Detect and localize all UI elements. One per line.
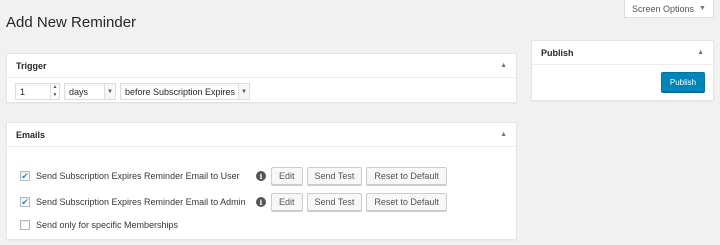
- select-arrow-icon: ▼: [238, 84, 249, 99]
- publish-heading: Publish: [541, 47, 574, 58]
- email-row-memberships: Send only for specific Memberships: [20, 220, 178, 230]
- email-row-label: Send Subscription Expires Reminder Email…: [36, 171, 240, 181]
- emails-heading: Emails: [16, 129, 46, 140]
- trigger-heading: Trigger: [16, 60, 47, 71]
- caret-down-icon: ▼: [699, 5, 706, 12]
- specific-memberships-checkbox[interactable]: [20, 220, 30, 230]
- info-icon[interactable]: i: [256, 197, 266, 207]
- trigger-relation-value: before Subscription Expires: [125, 86, 236, 97]
- email-row-user: ✔ Send Subscription Expires Reminder Ema…: [20, 167, 451, 185]
- publish-panel: Publish ▲ Publish: [531, 40, 714, 101]
- select-arrow-icon: ▼: [104, 84, 115, 99]
- trigger-relation-select[interactable]: before Subscription Expires ▼: [120, 83, 250, 100]
- trigger-number-input[interactable]: 1 ▲ ▼: [15, 83, 60, 100]
- checkmark-icon: ✔: [21, 171, 29, 181]
- send-test-button[interactable]: Send Test: [306, 167, 363, 185]
- trigger-panel: Trigger ▲ 1 ▲ ▼ days ▼ before Subscripti…: [6, 53, 517, 103]
- number-spinner[interactable]: ▲ ▼: [50, 84, 59, 99]
- collapse-arrow-icon[interactable]: ▲: [697, 49, 704, 56]
- spinner-down-icon[interactable]: ▼: [53, 92, 58, 99]
- publish-panel-header[interactable]: Publish ▲: [532, 41, 713, 65]
- screen-options-label: Screen Options: [632, 3, 695, 14]
- send-admin-email-checkbox[interactable]: ✔: [20, 197, 30, 207]
- spinner-up-icon[interactable]: ▲: [53, 84, 58, 91]
- collapse-arrow-icon[interactable]: ▲: [500, 62, 507, 69]
- reset-to-default-button[interactable]: Reset to Default: [366, 167, 447, 185]
- reset-to-default-button[interactable]: Reset to Default: [366, 193, 447, 211]
- emails-panel: Emails ▲ ✔ Send Subscription Expires Rem…: [6, 122, 517, 240]
- edit-button[interactable]: Edit: [271, 167, 303, 185]
- send-test-button[interactable]: Send Test: [306, 193, 363, 211]
- email-row-admin: ✔ Send Subscription Expires Reminder Ema…: [20, 193, 451, 211]
- trigger-panel-header[interactable]: Trigger ▲: [7, 54, 516, 78]
- page-title: Add New Reminder: [6, 14, 137, 31]
- checkmark-icon: ✔: [21, 197, 29, 207]
- email-row-label: Send only for specific Memberships: [36, 220, 179, 230]
- info-icon[interactable]: i: [256, 171, 266, 181]
- email-row-label: Send Subscription Expires Reminder Email…: [36, 197, 246, 207]
- publish-button[interactable]: Publish: [661, 72, 705, 92]
- send-user-email-checkbox[interactable]: ✔: [20, 171, 30, 181]
- trigger-unit-select[interactable]: days ▼: [64, 83, 116, 100]
- trigger-unit-value: days: [69, 86, 89, 97]
- emails-panel-header[interactable]: Emails ▲: [7, 123, 516, 147]
- trigger-number-value: 1: [20, 86, 26, 97]
- screen-options-button[interactable]: Screen Options ▼: [624, 0, 714, 18]
- collapse-arrow-icon[interactable]: ▲: [500, 131, 507, 138]
- edit-button[interactable]: Edit: [271, 193, 303, 211]
